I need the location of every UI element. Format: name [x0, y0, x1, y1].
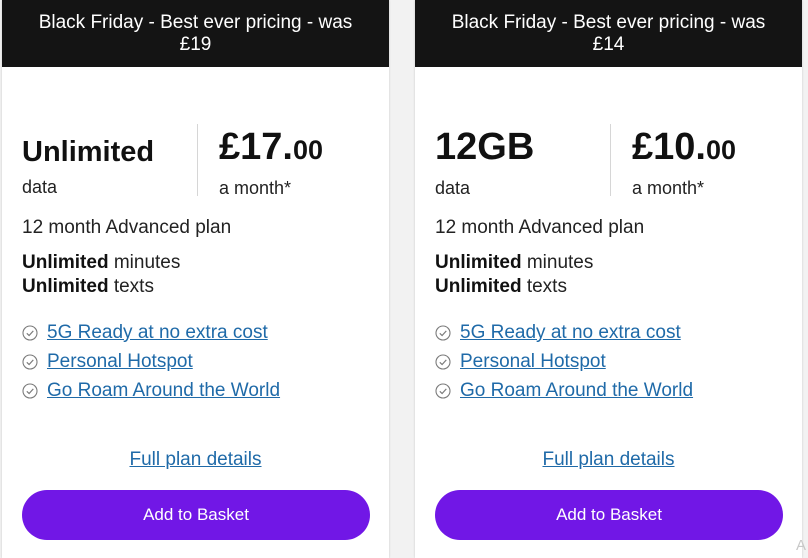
- texts-label: texts: [108, 276, 154, 297]
- feature-link-hotspot[interactable]: Personal Hotspot: [460, 351, 606, 373]
- data-amount: 12GB: [435, 126, 535, 168]
- add-to-basket-button[interactable]: Add to Basket: [22, 490, 370, 540]
- feature-link-hotspot[interactable]: Personal Hotspot: [47, 351, 193, 373]
- full-plan-details-link[interactable]: Full plan details: [542, 449, 674, 470]
- minutes-allowance: Unlimited minutes: [435, 251, 593, 275]
- minutes-label: minutes: [521, 252, 594, 273]
- data-allowance: 12GB data: [435, 124, 534, 199]
- data-amount: Unlimited: [22, 136, 155, 168]
- check-circle-icon: [22, 382, 38, 399]
- monthly-price: £17.00: [219, 128, 323, 166]
- check-circle-icon: [435, 382, 451, 399]
- plan-summary: 12GB data £10.00 a month*: [415, 124, 802, 199]
- minutes-allowance: Unlimited minutes: [22, 251, 180, 275]
- offer-banner: Black Friday - Best ever pricing - was £…: [415, 0, 802, 67]
- offer-banner: Black Friday - Best ever pricing - was £…: [2, 0, 389, 67]
- feature-link-5g[interactable]: 5G Ready at no extra cost: [47, 322, 268, 344]
- plan-summary: Unlimited data £17.00 a month*: [2, 124, 389, 199]
- offer-banner-line1: Black Friday - Best ever pricing - was: [38, 12, 353, 33]
- corner-glyph: A: [795, 537, 806, 554]
- texts-amount: Unlimited: [435, 276, 522, 297]
- feature-item: Go Roam Around the World: [22, 376, 280, 405]
- feature-list: 5G Ready at no extra cost Personal Hotsp…: [22, 318, 280, 405]
- full-plan-details-link[interactable]: Full plan details: [129, 449, 261, 470]
- feature-item: 5G Ready at no extra cost: [22, 318, 280, 347]
- price-block: £10.00 a month*: [632, 128, 736, 199]
- price-pence: 00: [705, 135, 737, 165]
- texts-allowance: Unlimited texts: [22, 275, 180, 299]
- data-unit: data: [435, 178, 471, 198]
- minutes-amount: Unlimited: [435, 252, 522, 273]
- price-period: a month*: [632, 178, 705, 198]
- check-circle-icon: [22, 353, 38, 370]
- allowances: Unlimited minutes Unlimited texts: [22, 251, 180, 299]
- plan-cards-area: Black Friday - Best ever pricing - was £…: [0, 0, 808, 558]
- minutes-label: minutes: [108, 252, 181, 273]
- price-period: a month*: [219, 178, 292, 198]
- full-plan-details: Full plan details: [2, 449, 389, 471]
- feature-list: 5G Ready at no extra cost Personal Hotsp…: [435, 318, 693, 405]
- plan-card-12gb: Black Friday - Best ever pricing - was £…: [415, 0, 802, 558]
- add-to-basket-button[interactable]: Add to Basket: [435, 490, 783, 540]
- texts-label: texts: [521, 276, 567, 297]
- feature-item: Personal Hotspot: [22, 347, 280, 376]
- feature-link-roaming[interactable]: Go Roam Around the World: [460, 380, 693, 402]
- plan-name: 12 month Advanced plan: [22, 217, 232, 238]
- price-pence: 00: [292, 135, 324, 165]
- summary-divider: [610, 124, 611, 196]
- feature-item: Go Roam Around the World: [435, 376, 693, 405]
- price-pounds: £10.: [632, 126, 706, 168]
- full-plan-details: Full plan details: [415, 449, 802, 471]
- texts-amount: Unlimited: [22, 276, 109, 297]
- price-block: £17.00 a month*: [219, 128, 323, 199]
- allowances: Unlimited minutes Unlimited texts: [435, 251, 593, 299]
- feature-link-5g[interactable]: 5G Ready at no extra cost: [460, 322, 681, 344]
- feature-item: 5G Ready at no extra cost: [435, 318, 693, 347]
- feature-item: Personal Hotspot: [435, 347, 693, 376]
- price-pounds: £17.: [219, 126, 293, 168]
- offer-banner-line2: £19: [179, 34, 212, 55]
- data-unit: data: [22, 177, 58, 197]
- data-allowance: Unlimited data: [22, 124, 154, 198]
- plan-card-unlimited: Black Friday - Best ever pricing - was £…: [2, 0, 389, 558]
- plan-name: 12 month Advanced plan: [435, 217, 645, 238]
- check-circle-icon: [22, 324, 38, 341]
- check-circle-icon: [435, 324, 451, 341]
- check-circle-icon: [435, 353, 451, 370]
- summary-divider: [197, 124, 198, 196]
- minutes-amount: Unlimited: [22, 252, 109, 273]
- offer-banner-line2: £14: [592, 34, 625, 55]
- monthly-price: £10.00: [632, 128, 736, 166]
- offer-banner-line1: Black Friday - Best ever pricing - was: [451, 12, 766, 33]
- feature-link-roaming[interactable]: Go Roam Around the World: [47, 380, 280, 402]
- texts-allowance: Unlimited texts: [435, 275, 593, 299]
